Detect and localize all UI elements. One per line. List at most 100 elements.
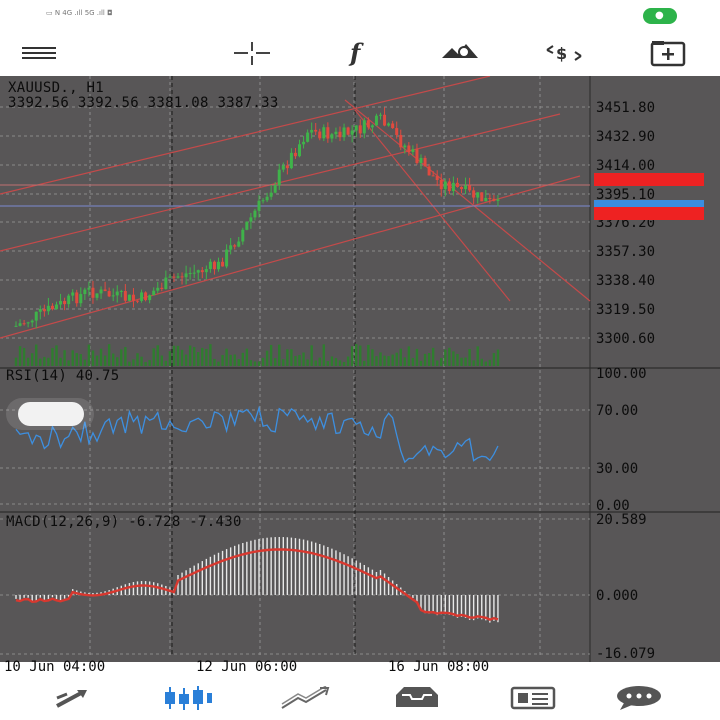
candle-body [427, 166, 431, 176]
time-axis-label: 10 Jun 04:00 [4, 659, 106, 675]
objects-icon [442, 44, 478, 58]
candle-body [423, 157, 427, 167]
chart-area[interactable]: XAUUSD., H1 3392.56 3392.56 3381.08 3387… [0, 76, 720, 675]
nav-news[interactable] [508, 682, 558, 714]
chart-icon [165, 686, 212, 710]
new-order-button[interactable] [648, 36, 686, 70]
nav-history[interactable] [392, 682, 442, 714]
volume-bar [407, 346, 411, 366]
volume-bar [14, 357, 18, 366]
candle-body [253, 210, 257, 218]
order-level-tag[interactable] [594, 173, 704, 186]
macd-axis-label: 0.000 [596, 588, 639, 604]
history-icon [396, 687, 438, 707]
candle-body [249, 217, 253, 222]
candle-body [342, 127, 346, 138]
trade-button[interactable]: $ [544, 36, 582, 70]
volume-bar [468, 348, 471, 366]
candle-body [245, 221, 249, 230]
volume-bar [302, 352, 305, 366]
candle-body [164, 277, 168, 290]
indicator-toggle[interactable] [6, 398, 94, 430]
crosshair-button[interactable] [232, 36, 270, 70]
volume-bar [221, 354, 224, 366]
volume-bar [294, 355, 297, 366]
volume-bar [245, 348, 249, 366]
candle-body [492, 198, 496, 201]
volume-bar [79, 354, 82, 366]
menu-icon [22, 47, 56, 59]
candle-body [176, 276, 180, 278]
rsi-axis-label: 100.00 [596, 366, 647, 382]
candle-body [208, 261, 212, 270]
nav-trade[interactable] [280, 682, 330, 714]
candle-body [22, 323, 26, 325]
price-axis-label: 3338.40 [596, 273, 656, 289]
price-axis-label: 3451.80 [596, 100, 656, 116]
volume-bar [415, 348, 419, 366]
menu-button[interactable] [20, 36, 58, 70]
candle-body [277, 169, 281, 186]
toggle-knob [18, 402, 84, 426]
candle-body [168, 276, 172, 278]
nav-chart[interactable] [162, 682, 212, 714]
volume-bar [472, 360, 475, 366]
volume-bar [330, 356, 334, 366]
candle-body [221, 261, 225, 267]
candle-body [460, 186, 463, 190]
candle-body [354, 125, 358, 131]
volume-bar [269, 344, 273, 366]
volume-bar [274, 358, 277, 366]
volume-bar [164, 360, 168, 366]
volume-bar [290, 349, 293, 366]
volume-bar [59, 357, 62, 366]
candle-body [358, 125, 362, 134]
objects-button[interactable] [440, 36, 478, 70]
candle-body [123, 291, 127, 301]
volume-bar [22, 347, 26, 366]
top-toolbar: f $ [0, 32, 720, 74]
svg-text:f: f [348, 39, 364, 67]
volume-bar [249, 360, 253, 366]
volume-bar [197, 352, 200, 366]
volume-bar [209, 344, 212, 366]
candle-body [326, 127, 330, 139]
candle-body [285, 165, 289, 169]
volume-bar [67, 360, 70, 366]
volume-bar [387, 356, 390, 366]
nav-messages[interactable] [614, 682, 664, 714]
candle-body [289, 152, 293, 169]
volume-bar [112, 353, 115, 366]
volume-bar [452, 351, 455, 366]
candle-body [281, 165, 285, 170]
candle-body [379, 114, 382, 116]
volume-bar [184, 354, 188, 366]
volume-bar [87, 344, 91, 366]
candle-body [298, 144, 301, 157]
candle-body [200, 270, 204, 273]
volume-bar [350, 346, 354, 366]
time-axis-label: 16 Jun 08:00 [388, 659, 490, 675]
candle-body [140, 292, 144, 301]
volume-bar [201, 347, 204, 366]
candle-body [415, 149, 419, 164]
volume-bar [359, 345, 362, 366]
volume-bar [26, 357, 30, 366]
indicators-button[interactable]: f [338, 36, 376, 70]
volume-bar [107, 344, 111, 366]
candle-body [152, 290, 156, 296]
candle-body [111, 295, 115, 297]
ohlc-label: 3392.56 3392.56 3381.08 3387.33 [8, 95, 279, 111]
candle-body [443, 181, 447, 190]
volume-bar [120, 349, 123, 366]
candle-body [127, 294, 131, 301]
candle-body [99, 289, 103, 294]
candle-body [59, 300, 63, 305]
ask-price-tag [594, 207, 704, 220]
volume-bar [51, 348, 54, 366]
news-icon [510, 686, 556, 710]
volume-bar [156, 345, 159, 366]
volume-bar [160, 355, 163, 366]
volume-bar [367, 344, 370, 366]
nav-quotes[interactable] [48, 682, 98, 714]
